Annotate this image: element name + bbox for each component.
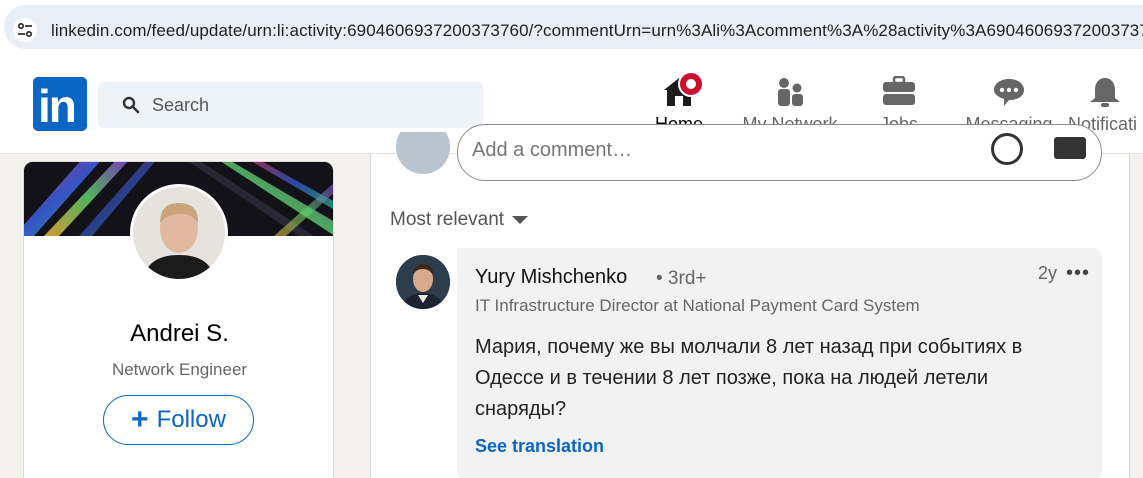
comment-author-name[interactable]: Yury Mishchenko [475,266,627,289]
follow-button[interactable]: + Follow [103,395,254,445]
profile-name[interactable]: Andrei S. [24,320,333,348]
comment-time: 2y [1038,263,1058,283]
plus-icon: + [131,403,149,436]
caret-down-icon [512,216,529,224]
profile-title: Network Engineer [111,360,248,379]
see-translation-link[interactable]: See translation [475,436,604,457]
profile-card: Andrei S. Network Engineer + Follow [23,161,334,478]
notification-dot-icon [678,71,704,97]
people-icon [778,78,803,106]
sort-label: Most relevant [390,209,505,230]
briefcase-icon [883,76,915,105]
linkedin-logo[interactable]: in [33,77,87,132]
follow-label: Follow [156,406,226,433]
post-comments-section: Most relevant Yury Mishchenko • 3rd+ IT … [370,124,1130,478]
search-input[interactable] [152,92,452,118]
chat-icon [994,79,1024,106]
more-options-icon[interactable]: ••• [1066,262,1090,285]
my-avatar [396,132,450,174]
comment-text: Мария, почему же вы молчали 8 лет назад … [475,336,1023,420]
search-box[interactable] [98,82,483,128]
image-icon[interactable] [1054,137,1086,159]
bell-icon [1090,78,1120,107]
url-text[interactable]: linkedin.com/feed/update/urn:li:activity… [51,21,1143,41]
logo-text: in [38,80,77,132]
comment-bubble: Yury Mishchenko • 3rd+ IT Infrastructure… [457,248,1102,478]
comment-input[interactable] [472,139,972,162]
search-icon [122,96,140,114]
sort-dropdown[interactable]: Most relevant [390,209,529,231]
comment-author-headline: IT Infrastructure Director at National P… [475,296,920,315]
browser-url-bar: linkedin.com/feed/update/urn:li:activity… [0,0,1143,56]
emoji-icon[interactable] [991,133,1023,165]
comment-author-avatar[interactable] [396,255,450,309]
connection-degree: • 3rd+ [656,268,707,289]
comment-box[interactable] [457,124,1102,181]
profile-avatar[interactable] [130,184,228,282]
address-bar[interactable]: linkedin.com/feed/update/urn:li:activity… [4,5,1143,49]
tune-icon[interactable] [13,18,37,42]
